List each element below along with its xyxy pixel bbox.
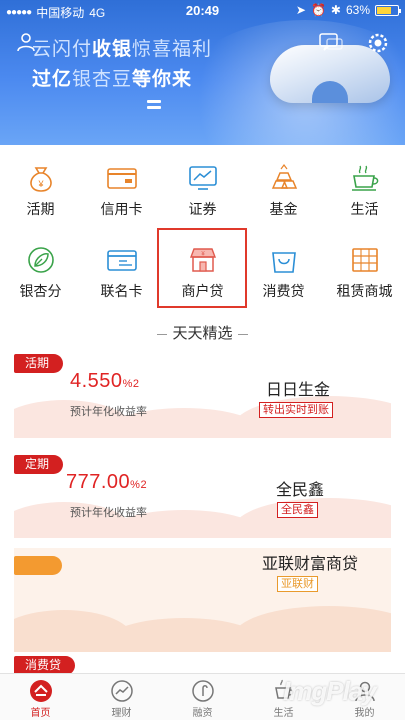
banner-headline-2: 过亿银杏豆等你来 (32, 64, 192, 91)
svg-text:¥: ¥ (37, 179, 44, 189)
product-name: 全民鑫 (275, 482, 324, 499)
grid-label: 联名卡 (100, 283, 143, 299)
product-tag: 定期 (14, 455, 64, 474)
product-badge: 亚联财 (277, 576, 318, 592)
product-name: 亚联财富商贷 (261, 556, 358, 573)
banner-text-part: 等你来 (132, 69, 193, 90)
grid-label: 基金 (269, 201, 298, 217)
home-icon (29, 680, 52, 702)
tab-label: 融资 (192, 708, 213, 719)
rate-label: 预计年化收益率 (70, 406, 147, 418)
highlight-box (157, 228, 247, 308)
product-badge: 全民鑫 (277, 502, 318, 518)
credit-card-icon (106, 168, 137, 189)
location-icon: ➤ (295, 3, 306, 17)
rate-suffix: %2 (130, 479, 148, 491)
banner-text-part: 过亿 (32, 69, 73, 90)
banner-text-part: 云闪付 (32, 39, 93, 60)
product-tag: 活期 (14, 354, 64, 373)
settings-icon[interactable] (367, 32, 389, 54)
product-name: 日日生金 (265, 382, 330, 399)
promo-banner[interactable]: ●●●●● 中国移动 4G 20:49 ➤ ⏰ ✱ 63% 云闪付收银惊喜福利 … (0, 0, 405, 145)
grid-label: 活期 (26, 201, 55, 217)
grid-item-cobranded-card[interactable]: 联名卡 (81, 227, 162, 307)
cobranded-card-icon (106, 250, 137, 271)
grid-item-fund[interactable]: 基金 (243, 145, 324, 225)
tab-finance[interactable]: 理财 (81, 674, 162, 720)
tab-home[interactable]: 首页 (0, 674, 81, 720)
product-rate: 4.550%2 (70, 370, 139, 393)
tab-loan[interactable]: 融资 (162, 674, 243, 720)
banner-page-indicator (147, 100, 161, 112)
tab-label: 理财 (111, 708, 132, 719)
tea-cup-icon (351, 165, 378, 191)
grid-label: 生活 (350, 201, 379, 217)
rate-label: 预计年化收益率 (70, 507, 147, 519)
watermark-text: ImgPlay (283, 676, 377, 706)
grid-item-consumer-loan[interactable]: 消费贷 (243, 227, 324, 307)
rate-value: 777.00 (66, 471, 131, 493)
grid-item-ginkgo-score[interactable]: 银杏分 (0, 227, 81, 307)
grid-item-credit-card[interactable]: 信用卡 (81, 145, 162, 225)
grid-label: 证券 (188, 201, 217, 217)
monitor-chart-icon (188, 166, 217, 190)
rate-value: 4.550 (70, 370, 123, 392)
grid-item-rental-mall[interactable]: 租赁商城 (324, 227, 405, 307)
finance-chart-icon (110, 680, 133, 702)
banner-text-part: 银杏豆 (72, 69, 133, 90)
shopping-bag-icon (271, 252, 296, 273)
rental-store-icon (351, 248, 378, 272)
status-bar: ●●●●● 中国移动 4G 20:49 ➤ ⏰ ✱ 63% (0, 0, 405, 22)
message-icon[interactable] (318, 32, 344, 54)
product-tag (14, 556, 62, 575)
banner-headline-1: 云闪付收银惊喜福利 (32, 34, 212, 61)
card-cloud-decoration (234, 606, 391, 652)
tab-label: 首页 (30, 708, 51, 719)
grid-label: 消费贷 (262, 283, 305, 299)
bluetooth-icon: ✱ (330, 3, 341, 17)
product-rate: 777.00%2 (66, 471, 147, 494)
banner-text-part: 收银 (92, 39, 133, 60)
grid-label: 银杏分 (19, 283, 62, 299)
ginkgo-leaf-icon (27, 247, 54, 273)
loan-icon (191, 680, 214, 702)
grid-item-life[interactable]: 生活 (324, 145, 405, 225)
grid-item-current-deposit[interactable]: ¥ 活期 (0, 145, 81, 225)
money-bag-icon: ¥ (29, 167, 52, 192)
battery-icon (375, 4, 401, 16)
section-title: 天天精选 (0, 322, 405, 343)
grid-item-securities[interactable]: 证券 (162, 145, 243, 225)
battery-percent: 63% (345, 3, 370, 17)
rate-suffix: %2 (122, 378, 140, 390)
product-badge: 转出实时到账 (259, 402, 333, 418)
gold-bars-icon (271, 164, 297, 189)
grid-label: 信用卡 (100, 201, 143, 217)
banner-text-part: 惊喜福利 (132, 39, 213, 60)
alarm-icon: ⏰ (310, 3, 326, 17)
grid-label: 租赁商城 (336, 283, 393, 299)
